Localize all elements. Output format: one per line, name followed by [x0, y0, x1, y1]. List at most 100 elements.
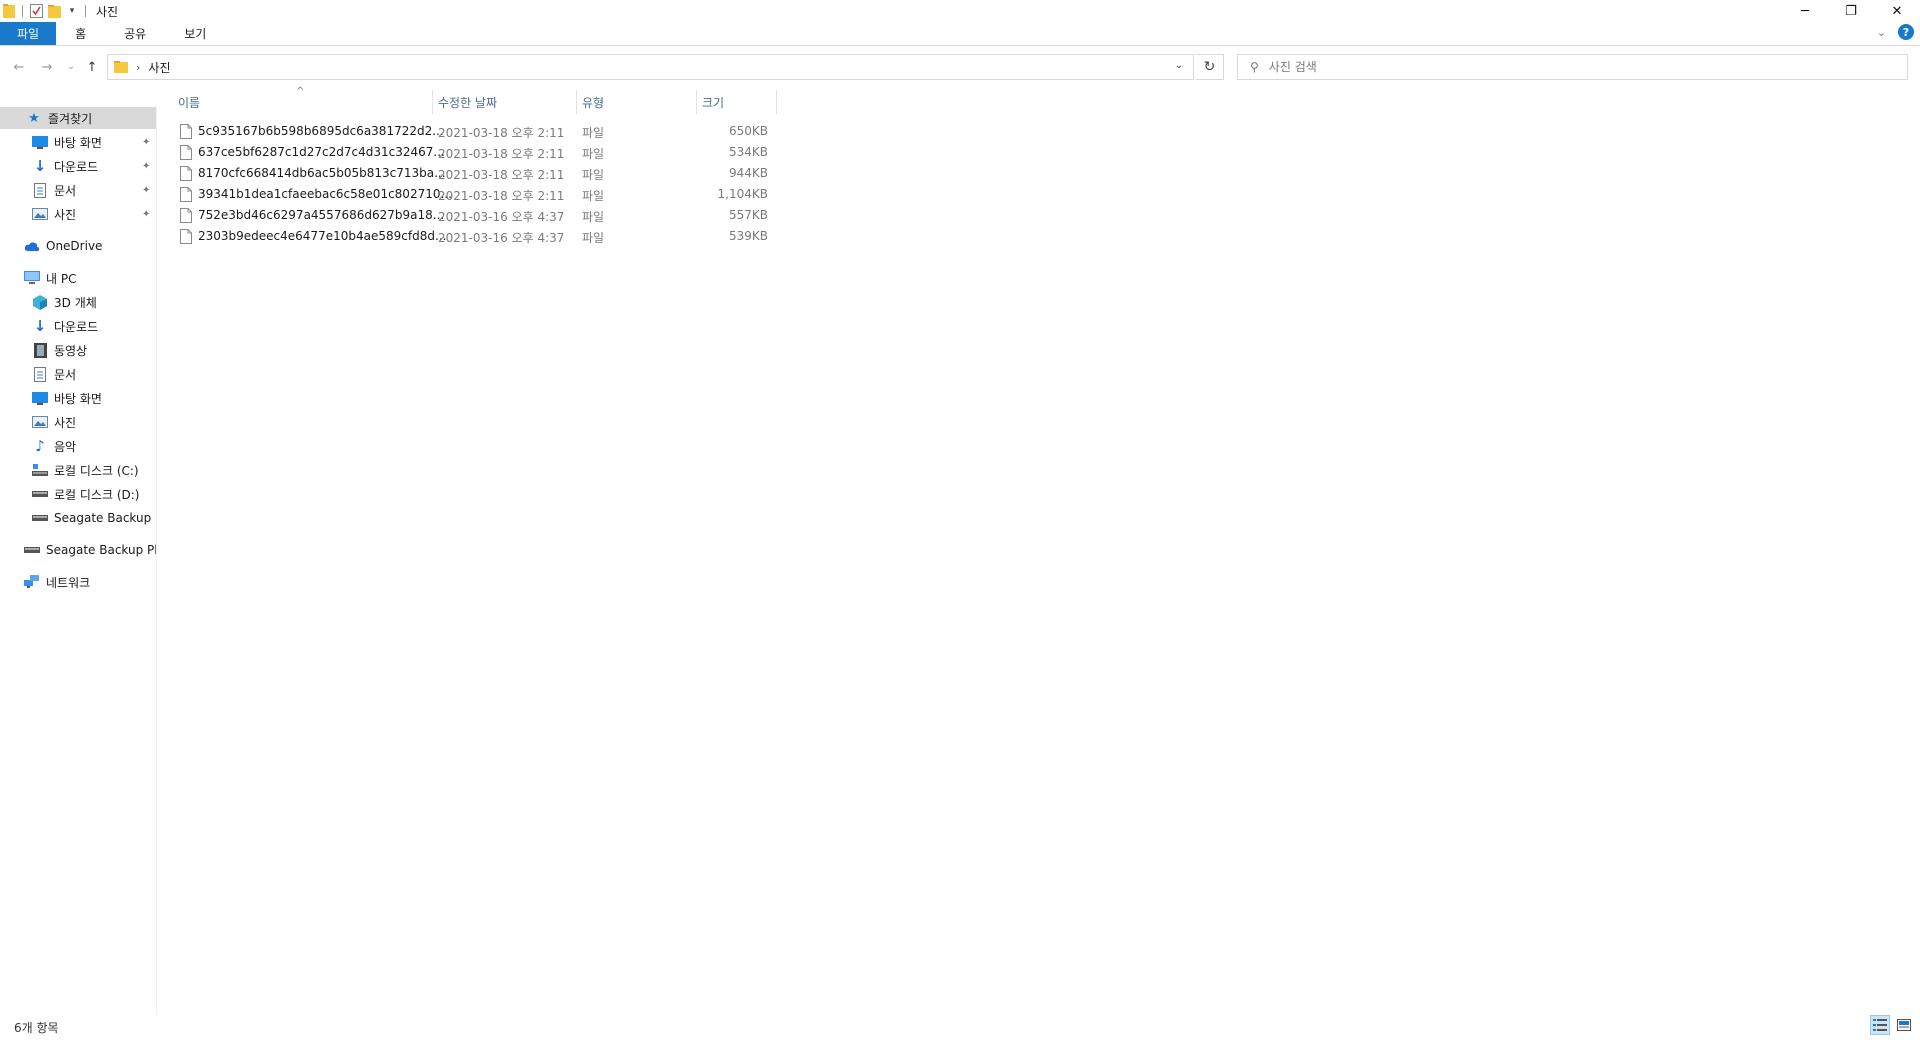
- column-header-name[interactable]: 이름: [178, 90, 432, 114]
- sidebar-item-network[interactable]: 네트워크: [0, 571, 156, 593]
- navigation-pane: ★ 즐겨찾기 바탕 화면 ✦ ↓ 다운로드 ✦ 문서 ✦ 사진 ✦ OneDri…: [0, 104, 157, 1014]
- sidebar-item-label: 바탕 화면: [54, 135, 102, 150]
- sidebar-item-pictures[interactable]: 사진 ✦: [0, 203, 156, 225]
- back-button[interactable]: ←: [10, 58, 28, 76]
- column-resize-handle[interactable]: [696, 90, 697, 114]
- sidebar-item-documents[interactable]: 문서 ✦: [0, 179, 156, 201]
- up-button[interactable]: ↑: [83, 58, 101, 76]
- cloud-icon: [24, 238, 40, 254]
- breadcrumb-separator[interactable]: ›: [136, 61, 140, 74]
- toolbar-divider: [22, 5, 23, 17]
- sidebar-item-pictures-pc[interactable]: 사진: [0, 411, 156, 433]
- column-header-date[interactable]: 수정한 날짜: [438, 90, 574, 114]
- column-header-label: 수정한 날짜: [438, 95, 498, 110]
- file-icon: [180, 229, 192, 244]
- new-folder-icon[interactable]: [47, 4, 61, 18]
- document-icon: [32, 366, 48, 382]
- sidebar-item-videos[interactable]: 동영상: [0, 339, 156, 361]
- tab-home[interactable]: 홈: [56, 22, 105, 45]
- address-dropdown-icon[interactable]: ⌄: [1175, 60, 1183, 71]
- recent-locations-button[interactable]: ⌄: [62, 58, 80, 76]
- folder-icon: [114, 61, 128, 73]
- file-row[interactable]: 637ce5bf6287c1d27c2d7c4d31c32467... 2021…: [178, 142, 774, 163]
- minimize-button[interactable]: ─: [1782, 0, 1828, 22]
- column-resize-handle[interactable]: [432, 90, 433, 114]
- sidebar-item-label: 동영상: [54, 343, 88, 358]
- sidebar-item-label: 3D 개체: [54, 295, 97, 310]
- sidebar-item-downloads-pc[interactable]: ↓ 다운로드: [0, 315, 156, 337]
- file-type: 파일: [582, 147, 605, 161]
- pin-icon[interactable]: ✦: [142, 209, 150, 220]
- column-resize-handle[interactable]: [576, 90, 577, 114]
- file-type: 파일: [582, 189, 605, 203]
- file-size: 1,104KB: [717, 187, 768, 201]
- file-icon: [180, 166, 192, 181]
- file-row[interactable]: 8170cfc668414db6ac5b05b813c713ba... 2021…: [178, 163, 774, 184]
- file-name: 637ce5bf6287c1d27c2d7c4d31c32467...: [198, 145, 445, 159]
- forward-button[interactable]: →: [38, 58, 56, 76]
- sidebar-item-desktop[interactable]: 바탕 화면 ✦: [0, 131, 156, 153]
- large-icons-view-button[interactable]: [1894, 1015, 1914, 1035]
- sidebar-item-seagate-pc[interactable]: Seagate Backup Plu: [0, 507, 156, 529]
- sidebar-item-music[interactable]: ♪ 음악: [0, 435, 156, 457]
- search-input[interactable]: [1268, 60, 1869, 74]
- sidebar-item-label: 로컬 디스크 (C:): [54, 463, 139, 478]
- file-type: 파일: [582, 126, 605, 140]
- column-header-label: 유형: [582, 95, 605, 110]
- properties-icon[interactable]: [29, 4, 43, 18]
- help-icon[interactable]: ?: [1898, 24, 1914, 40]
- sidebar-item-label: 다운로드: [54, 159, 99, 174]
- sidebar-item-quick-access[interactable]: ★ 즐겨찾기: [0, 107, 156, 129]
- window-title: 사진: [96, 4, 119, 19]
- sidebar-item-local-disk-d[interactable]: 로컬 디스크 (D:): [0, 483, 156, 505]
- sidebar-item-downloads[interactable]: ↓ 다운로드 ✦: [0, 155, 156, 177]
- column-header-label: 이름: [178, 95, 201, 110]
- pin-icon[interactable]: ✦: [142, 161, 150, 172]
- tab-share[interactable]: 공유: [105, 22, 165, 45]
- details-view-button[interactable]: [1870, 1015, 1890, 1035]
- file-date: 2021-03-16 오후 4:37: [438, 231, 565, 245]
- tab-view[interactable]: 보기: [165, 22, 225, 45]
- file-row[interactable]: 2303b9edeec4e6477e10b4ae589cfd8d... 2021…: [178, 226, 774, 247]
- sidebar-item-desktop-pc[interactable]: 바탕 화면: [0, 387, 156, 409]
- sidebar-item-label: 네트워크: [46, 575, 91, 590]
- file-icon: [180, 124, 192, 139]
- expand-ribbon-icon[interactable]: ⌄: [1877, 26, 1886, 39]
- sidebar-item-label: Seagate Backup Plus: [46, 543, 157, 557]
- toolbar-divider: [85, 5, 86, 17]
- sidebar-item-3d-objects[interactable]: 3D 개체: [0, 291, 156, 313]
- customize-toolbar-icon[interactable]: ▾: [65, 4, 79, 18]
- column-resize-handle[interactable]: [776, 90, 777, 114]
- file-size: 539KB: [728, 229, 768, 243]
- sidebar-item-this-pc[interactable]: 내 PC: [0, 267, 156, 289]
- column-header-size[interactable]: 크기: [702, 90, 776, 114]
- file-row[interactable]: 39341b1dea1cfaeebac6c58e01c802710... 202…: [178, 184, 774, 205]
- address-bar[interactable]: › 사진 ⌄: [107, 54, 1194, 80]
- sidebar-item-label: 사진: [54, 415, 77, 430]
- file-type: 파일: [582, 231, 605, 245]
- folder-icon[interactable]: [2, 4, 16, 18]
- breadcrumb-pictures[interactable]: 사진: [148, 59, 170, 76]
- pin-icon[interactable]: ✦: [142, 137, 150, 148]
- window-controls: ─ ❐ ✕: [1782, 0, 1920, 22]
- file-icon: [180, 208, 192, 223]
- sidebar-item-documents-pc[interactable]: 문서: [0, 363, 156, 385]
- file-row[interactable]: 5c935167b6b598b6895dc6a381722d2... 2021-…: [178, 121, 774, 142]
- restore-button[interactable]: ❐: [1828, 0, 1874, 22]
- close-button[interactable]: ✕: [1874, 0, 1920, 22]
- sidebar-item-onedrive[interactable]: OneDrive: [0, 235, 156, 257]
- sidebar-item-local-disk-c[interactable]: 로컬 디스크 (C:): [0, 459, 156, 481]
- details-view-icon: [1873, 1019, 1887, 1031]
- file-name: 8170cfc668414db6ac5b05b813c713ba...: [198, 166, 446, 180]
- sidebar-item-seagate-external[interactable]: Seagate Backup Plus: [0, 539, 157, 561]
- search-box[interactable]: ⚲: [1237, 54, 1908, 80]
- file-date: 2021-03-18 오후 2:11: [438, 147, 565, 161]
- column-header-type[interactable]: 유형: [582, 90, 694, 114]
- file-row[interactable]: 752e3bd46c6297a4557686d627b9a18... 2021-…: [178, 205, 774, 226]
- drive-icon: [32, 486, 48, 502]
- file-name: 2303b9edeec4e6477e10b4ae589cfd8d...: [198, 229, 447, 243]
- computer-icon: [24, 270, 40, 286]
- tab-file[interactable]: 파일: [0, 22, 57, 45]
- refresh-button[interactable]: ↻: [1196, 54, 1224, 80]
- pin-icon[interactable]: ✦: [142, 185, 150, 196]
